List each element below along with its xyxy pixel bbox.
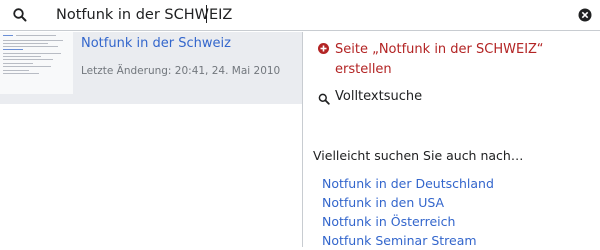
create-page-link[interactable]: Seite „Notfunk in der SCHWEIZ“ erstellen — [335, 40, 585, 80]
add-circle-icon — [318, 43, 329, 54]
search-input[interactable] — [56, 4, 556, 26]
suggestions-list: Notfunk in der Deutschland Notfunk in de… — [322, 174, 494, 250]
search-icon — [13, 8, 27, 22]
result-last-modified: Letzte Änderung: 20:41, 24. Mai 2010 — [81, 65, 281, 77]
clear-icon[interactable] — [578, 8, 592, 22]
fulltext-search-icon — [318, 93, 330, 105]
suggestion-link[interactable]: Notfunk Seminar Stream — [322, 231, 494, 250]
results-pane: Notfunk in der Schweiz Letzte Änderung: … — [0, 32, 302, 247]
fulltext-search-link[interactable]: Volltextsuche — [335, 89, 422, 104]
result-title-link[interactable]: Notfunk in der Schweiz — [81, 36, 231, 51]
result-thumbnail — [0, 32, 73, 94]
suggestion-link[interactable]: Notfunk in den USA — [322, 193, 494, 212]
suggestion-link[interactable]: Notfunk in der Deutschland — [322, 174, 494, 193]
search-bar — [0, 0, 600, 31]
search-result[interactable]: Notfunk in der Schweiz Letzte Änderung: … — [0, 32, 302, 104]
suggestion-link[interactable]: Notfunk in Österreich — [322, 212, 494, 231]
suggestions-heading: Vielleicht suchen Sie auch nach… — [313, 148, 524, 163]
actions-pane: Seite „Notfunk in der SCHWEIZ“ erstellen… — [303, 32, 600, 250]
text-cursor — [206, 5, 207, 23]
